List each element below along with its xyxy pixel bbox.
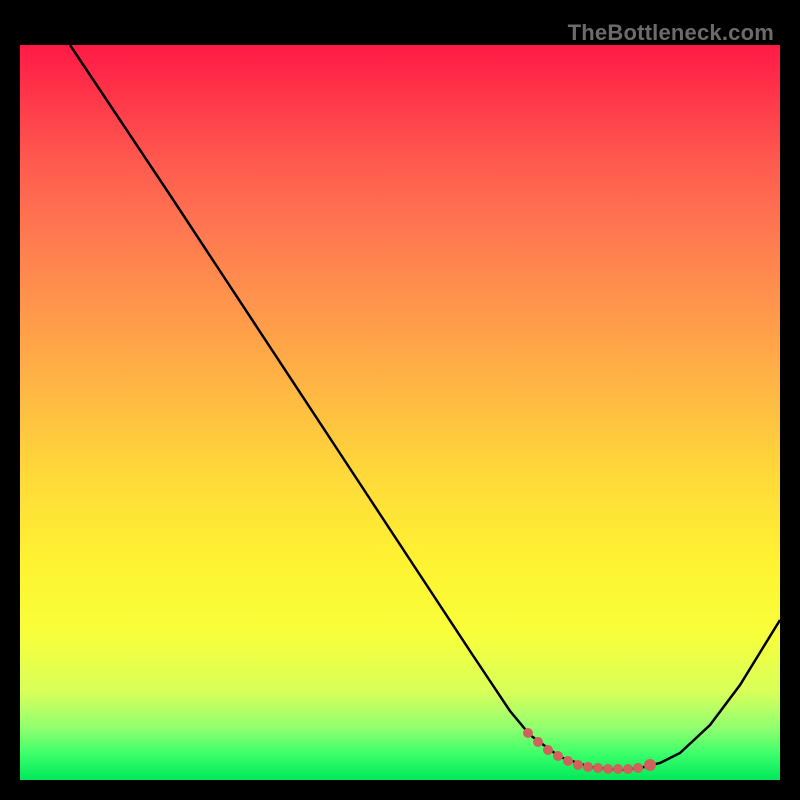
marker-dot bbox=[583, 762, 593, 772]
chart-frame: TheBottleneck.com bbox=[20, 20, 780, 780]
marker-dot bbox=[543, 745, 553, 755]
marker-dot bbox=[573, 760, 583, 770]
marker-dot bbox=[644, 759, 656, 771]
marker-dot bbox=[593, 763, 603, 773]
marker-dot bbox=[633, 763, 643, 773]
marker-dot bbox=[613, 764, 623, 774]
marker-group bbox=[523, 728, 656, 774]
bottleneck-curve bbox=[70, 45, 780, 770]
watermark-text: TheBottleneck.com bbox=[568, 20, 774, 46]
marker-dot bbox=[563, 756, 573, 766]
curve-svg bbox=[20, 45, 780, 780]
marker-dot bbox=[603, 764, 613, 774]
marker-dot bbox=[623, 764, 633, 774]
plot-area bbox=[20, 45, 780, 780]
marker-dot bbox=[523, 728, 533, 738]
marker-dot bbox=[553, 751, 563, 761]
marker-dot bbox=[533, 737, 543, 747]
